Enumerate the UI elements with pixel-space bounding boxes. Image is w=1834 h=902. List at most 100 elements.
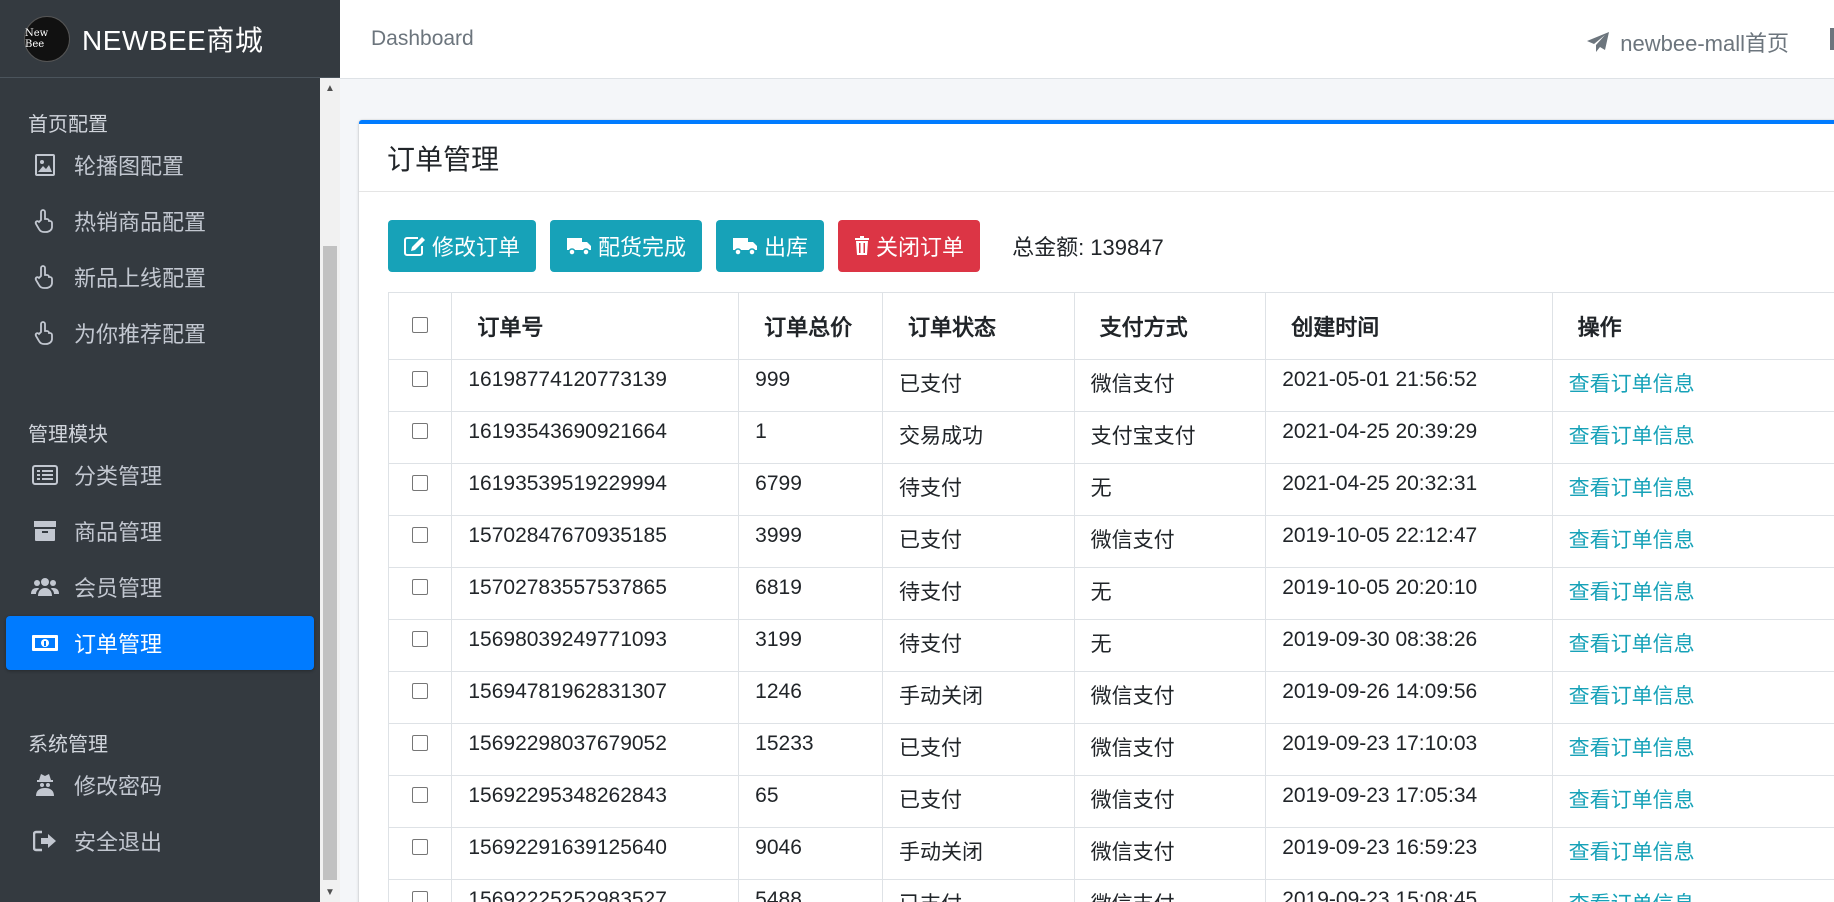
select-all-checkbox[interactable] <box>389 293 453 360</box>
edit-order-label: 修改订单 <box>432 235 521 260</box>
order-status: 已支付 <box>882 879 1075 902</box>
create-time: 2019-09-23 15:08:45 <box>1265 879 1553 902</box>
table-row[interactable]: 15692298037679052 15233 已支付 微信支付 2019-09… <box>389 723 1834 776</box>
sidebar-item-carousel[interactable]: 轮播图配置 <box>6 138 314 192</box>
row-checkbox[interactable] <box>389 723 453 776</box>
sidebar-item-hot-goods[interactable]: 热销商品配置 <box>6 194 314 248</box>
order-status: 已支付 <box>882 515 1075 568</box>
column-header[interactable]: 创建时间 <box>1265 293 1553 360</box>
order-no: 15692295348262843 <box>451 775 740 828</box>
mall-home-link[interactable]: newbee-mall首页 <box>1586 26 1789 58</box>
table-row[interactable]: 16198774120773139 999 已支付 微信支付 2021-05-0… <box>389 359 1834 412</box>
ship-out-button[interactable]: 出库 <box>716 220 825 272</box>
table-row[interactable]: 15692291639125640 9046 手动关闭 微信支付 2019-09… <box>389 827 1834 880</box>
pay-method: 无 <box>1074 463 1267 516</box>
sidebar-item-orders[interactable]: 订单管理 <box>6 616 314 670</box>
pay-method: 微信支付 <box>1074 879 1267 902</box>
sidebar-scrollbar[interactable]: ▲ ▼ <box>320 78 340 902</box>
view-order-link[interactable]: 查看订单信息 <box>1552 723 1834 776</box>
view-order-link[interactable]: 查看订单信息 <box>1552 411 1834 464</box>
table-row[interactable]: 15692295348262843 65 已支付 微信支付 2019-09-23… <box>389 775 1834 828</box>
mall-home-label: newbee-mall首页 <box>1620 31 1789 56</box>
table-row[interactable]: 15702783557537865 6819 待支付 无 2019-10-05 … <box>389 567 1834 620</box>
create-time: 2021-04-25 20:39:29 <box>1265 411 1553 464</box>
order-no: 15702847670935185 <box>451 515 740 568</box>
view-order-link[interactable]: 查看订单信息 <box>1552 775 1834 828</box>
breadcrumb[interactable]: Dashboard <box>371 27 474 51</box>
scrollbar-thumb[interactable] <box>323 246 337 880</box>
order-no: 15694781962831307 <box>451 671 740 724</box>
row-checkbox[interactable] <box>389 359 453 412</box>
order-no: 16193543690921664 <box>451 411 740 464</box>
row-checkbox[interactable] <box>389 827 453 880</box>
table-header-row: 订单号 订单总价 订单状态 支付方式 创建时间 操作 <box>389 293 1834 360</box>
nav-header-manage: 管理模块 <box>28 424 108 446</box>
truck-icon <box>566 236 592 256</box>
scroll-down-arrow[interactable]: ▼ <box>320 882 340 902</box>
sign-out-icon <box>30 826 60 856</box>
table-row[interactable]: 15702847670935185 3999 已支付 微信支付 2019-10-… <box>389 515 1834 568</box>
order-price: 6819 <box>738 567 883 620</box>
sidebar-item-label: 订单管理 <box>74 632 163 657</box>
order-price: 999 <box>738 359 883 412</box>
sidebar-item-category[interactable]: 分类管理 <box>6 448 314 502</box>
sidebar-item-label: 分类管理 <box>74 464 163 489</box>
table-row[interactable]: 16193539519229994 6799 待支付 无 2021-04-25 … <box>389 463 1834 516</box>
order-price: 5488 <box>738 879 883 902</box>
view-order-link[interactable]: 查看订单信息 <box>1552 359 1834 412</box>
close-order-button[interactable]: 关闭订单 <box>838 220 981 272</box>
sidebar-item-change-password[interactable]: 修改密码 <box>6 758 314 812</box>
order-status: 待支付 <box>882 463 1075 516</box>
row-checkbox[interactable] <box>389 515 453 568</box>
pay-method: 无 <box>1074 619 1267 672</box>
sidebar-item-label: 热销商品配置 <box>74 210 207 235</box>
top-navbar: Dashboard newbee-mall首页 <box>340 0 1834 79</box>
card-header: 订单管理 <box>359 124 1834 192</box>
column-header[interactable]: 订单号 <box>451 293 740 360</box>
sidebar-item-label: 修改密码 <box>74 774 163 799</box>
row-checkbox[interactable] <box>389 567 453 620</box>
row-checkbox[interactable] <box>389 671 453 724</box>
view-order-link[interactable]: 查看订单信息 <box>1552 515 1834 568</box>
view-order-link[interactable]: 查看订单信息 <box>1552 619 1834 672</box>
order-status: 交易成功 <box>882 411 1075 464</box>
total-amount: 总金额: 139847 <box>1012 235 1164 260</box>
table-row[interactable]: 15692225252983527 5488 已支付 微信支付 2019-09-… <box>389 879 1834 902</box>
sidebar-item-new-goods[interactable]: 新品上线配置 <box>6 250 314 304</box>
table-row[interactable]: 16193543690921664 1 交易成功 支付宝支付 2021-04-2… <box>389 411 1834 464</box>
money-bill-icon <box>30 628 60 658</box>
edit-order-button[interactable]: 修改订单 <box>388 220 537 272</box>
trash-icon <box>854 236 870 256</box>
view-order-link[interactable]: 查看订单信息 <box>1552 567 1834 620</box>
row-checkbox[interactable] <box>389 775 453 828</box>
row-checkbox[interactable] <box>389 411 453 464</box>
sidebar-item-goods[interactable]: 商品管理 <box>6 504 314 558</box>
sidebar-item-logout[interactable]: 安全退出 <box>6 814 314 868</box>
scroll-up-arrow[interactable]: ▲ <box>320 78 340 98</box>
sidebar-item-label: 轮播图配置 <box>74 154 185 179</box>
row-checkbox[interactable] <box>389 619 453 672</box>
order-no: 15692291639125640 <box>451 827 740 880</box>
row-checkbox[interactable] <box>389 463 453 516</box>
table-row[interactable]: 15698039249771093 3199 待支付 无 2019-09-30 … <box>389 619 1834 672</box>
packing-done-button[interactable]: 配货完成 <box>550 220 703 272</box>
user-menu-edge[interactable] <box>1830 28 1834 50</box>
pay-method: 微信支付 <box>1074 827 1267 880</box>
order-price: 15233 <box>738 723 883 776</box>
table-row[interactable]: 15694781962831307 1246 手动关闭 微信支付 2019-09… <box>389 671 1834 724</box>
view-order-link[interactable]: 查看订单信息 <box>1552 827 1834 880</box>
column-header[interactable]: 订单状态 <box>882 293 1075 360</box>
brand-link[interactable]: New Bee NEWBEE商城 <box>0 0 340 78</box>
view-order-link[interactable]: 查看订单信息 <box>1552 671 1834 724</box>
hand-pointer-icon <box>30 206 60 236</box>
row-checkbox[interactable] <box>389 879 453 902</box>
sidebar-item-users[interactable]: 会员管理 <box>6 560 314 614</box>
sidebar-item-recommend[interactable]: 为你推荐配置 <box>6 306 314 360</box>
column-header[interactable]: 操作 <box>1552 293 1834 360</box>
column-header[interactable]: 订单总价 <box>738 293 883 360</box>
order-status: 已支付 <box>882 723 1075 776</box>
view-order-link[interactable]: 查看订单信息 <box>1552 879 1834 902</box>
order-price: 6799 <box>738 463 883 516</box>
column-header[interactable]: 支付方式 <box>1074 293 1267 360</box>
view-order-link[interactable]: 查看订单信息 <box>1552 463 1834 516</box>
